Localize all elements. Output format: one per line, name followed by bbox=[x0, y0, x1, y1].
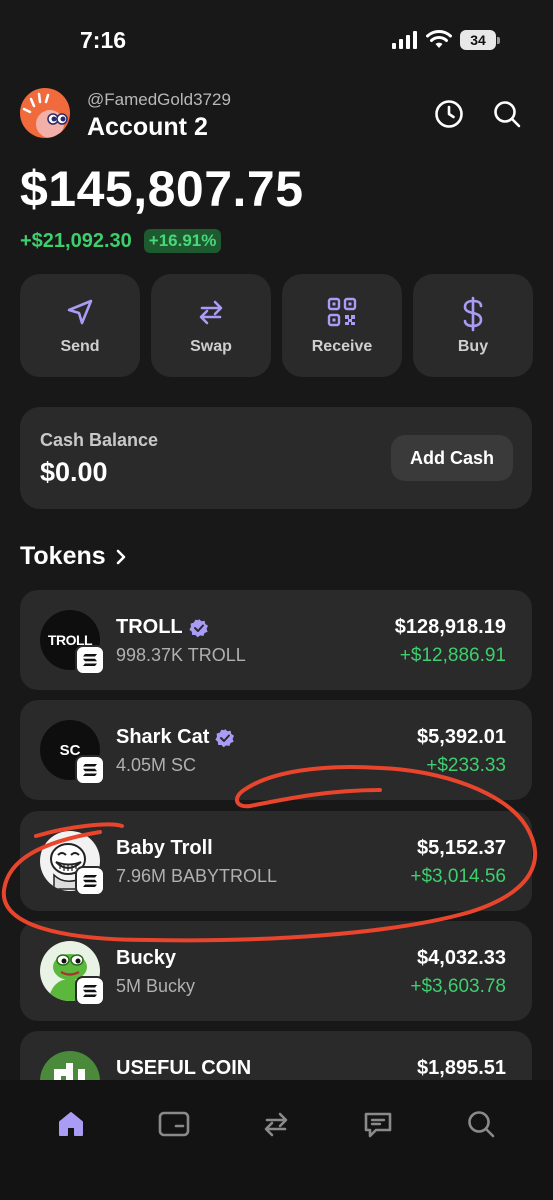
swap-label: Swap bbox=[190, 338, 232, 355]
token-name: USEFUL COIN bbox=[116, 1057, 251, 1080]
token-amount: 998.37K TROLL bbox=[116, 645, 246, 665]
search-icon bbox=[494, 101, 521, 128]
solana-chain-badge bbox=[75, 645, 105, 675]
history-button[interactable] bbox=[433, 98, 465, 130]
solana-icon bbox=[83, 764, 97, 776]
buy-label: Buy bbox=[457, 338, 489, 355]
solana-icon bbox=[83, 654, 97, 666]
cellular-signal-icon bbox=[392, 31, 417, 49]
avatar-mascot-icon bbox=[22, 92, 68, 138]
clock-icon bbox=[435, 100, 463, 128]
token-name-text: USEFUL COIN bbox=[116, 1057, 252, 1079]
add-cash-button[interactable]: Add Cash bbox=[391, 435, 513, 481]
receive-button[interactable]: Receive bbox=[282, 274, 402, 377]
chevron-right-icon bbox=[116, 549, 125, 564]
buy-button[interactable]: Buy bbox=[413, 274, 533, 377]
tokens-section-header[interactable]: Tokens bbox=[20, 542, 128, 571]
solana-chain-badge bbox=[75, 866, 105, 896]
token-amount: 7.96M BABYTROLL bbox=[116, 866, 278, 886]
useful-coin-logo-icon bbox=[54, 1063, 85, 1080]
bottom-tab-bar bbox=[0, 1080, 553, 1200]
dollar-icon bbox=[463, 296, 483, 332]
total-balance: $145,807.75 bbox=[20, 161, 304, 217]
wallet-card-icon bbox=[158, 1111, 190, 1137]
verified-badge-icon bbox=[189, 618, 208, 637]
token-name-text: Bucky bbox=[116, 947, 177, 969]
home-icon bbox=[59, 1112, 83, 1136]
account-handle: @FamedGold3729 bbox=[87, 90, 231, 109]
token-change: +$3,603.78 bbox=[410, 976, 506, 997]
solana-icon bbox=[83, 985, 97, 997]
token-row-shark-cat[interactable]: SC Shark Cat 4.05M SC $5,392.01 +$233.33 bbox=[20, 700, 532, 800]
token-change: +$233.33 bbox=[426, 755, 506, 776]
battery-tip bbox=[497, 36, 500, 44]
tab-swap[interactable] bbox=[256, 1104, 296, 1144]
status-bar: 7:16 34 bbox=[0, 0, 553, 80]
battery-indicator: 34 bbox=[460, 30, 496, 50]
token-name: Baby Troll bbox=[116, 837, 213, 860]
cash-balance-card: Cash Balance $0.00 Add Cash bbox=[20, 407, 532, 509]
swap-button[interactable]: Swap bbox=[151, 274, 271, 377]
tab-search[interactable] bbox=[461, 1104, 501, 1144]
swap-icon bbox=[264, 1112, 288, 1137]
token-amount: 5M Bucky bbox=[116, 976, 196, 996]
receive-label: Receive bbox=[311, 338, 373, 355]
swap-icon bbox=[199, 300, 223, 325]
send-icon bbox=[67, 299, 93, 325]
token-name-text: TROLL bbox=[116, 616, 183, 638]
token-logo-useful-coin bbox=[40, 1051, 100, 1080]
token-name: Shark Cat bbox=[116, 726, 235, 749]
solana-chain-badge bbox=[75, 755, 105, 785]
cash-balance-value: $0.00 bbox=[40, 457, 108, 487]
token-name-text: Shark Cat bbox=[116, 726, 210, 748]
tab-home[interactable] bbox=[51, 1104, 91, 1144]
wifi-icon bbox=[426, 30, 452, 48]
account-name[interactable]: Account 2 bbox=[87, 113, 208, 142]
balance-change: +$21,092.30 +16.91% bbox=[20, 229, 222, 253]
change-percent-badge: +16.91% bbox=[143, 229, 222, 253]
token-row-troll[interactable]: TROLL TROLL 998.37K TROLL $128,918.19 +$… bbox=[20, 590, 532, 690]
search-icon bbox=[468, 1111, 495, 1138]
search-button[interactable] bbox=[491, 98, 523, 130]
qr-code-icon bbox=[327, 297, 357, 327]
token-name-text: Baby Troll bbox=[116, 837, 213, 859]
send-label: Send bbox=[60, 338, 100, 355]
token-amount: 4.05M SC bbox=[116, 755, 197, 775]
cash-balance-title: Cash Balance bbox=[40, 430, 159, 450]
token-name: Bucky bbox=[116, 947, 176, 970]
status-icons: 34 bbox=[392, 30, 500, 50]
avatar[interactable] bbox=[20, 88, 70, 138]
tokens-title: Tokens bbox=[20, 542, 106, 570]
tab-messages[interactable] bbox=[358, 1104, 398, 1144]
status-time: 7:16 bbox=[80, 27, 127, 53]
token-change: +$12,886.91 bbox=[399, 645, 506, 666]
token-value: $5,152.37 bbox=[417, 837, 506, 859]
token-row-useful-coin[interactable]: USEFUL COIN $1,895.51 bbox=[20, 1031, 532, 1080]
token-value: $5,392.01 bbox=[417, 726, 506, 748]
token-value: $128,918.19 bbox=[394, 616, 506, 638]
send-button[interactable]: Send bbox=[20, 274, 140, 377]
action-buttons: Send Swap Receive Buy bbox=[20, 274, 533, 377]
token-value: $4,032.33 bbox=[417, 947, 506, 969]
tab-wallet[interactable] bbox=[154, 1104, 194, 1144]
change-amount: +$21,092.30 bbox=[20, 229, 132, 252]
account-header: @FamedGold3729 Account 2 bbox=[20, 88, 533, 148]
token-row-baby-troll[interactable]: Baby Troll 7.96M BABYTROLL $5,152.37 +$3… bbox=[20, 811, 532, 911]
chat-icon bbox=[364, 1112, 392, 1138]
solana-icon bbox=[83, 875, 97, 887]
token-name: TROLL bbox=[116, 616, 209, 639]
token-change: +$3,014.56 bbox=[410, 866, 506, 887]
solana-chain-badge bbox=[75, 976, 105, 1006]
token-value: $1,895.51 bbox=[417, 1057, 506, 1079]
token-row-bucky[interactable]: Bucky 5M Bucky $4,032.33 +$3,603.78 bbox=[20, 921, 532, 1021]
verified-badge-icon bbox=[215, 728, 235, 747]
token-list: TROLL TROLL 998.37K TROLL $128,918.19 +$… bbox=[20, 590, 533, 1080]
